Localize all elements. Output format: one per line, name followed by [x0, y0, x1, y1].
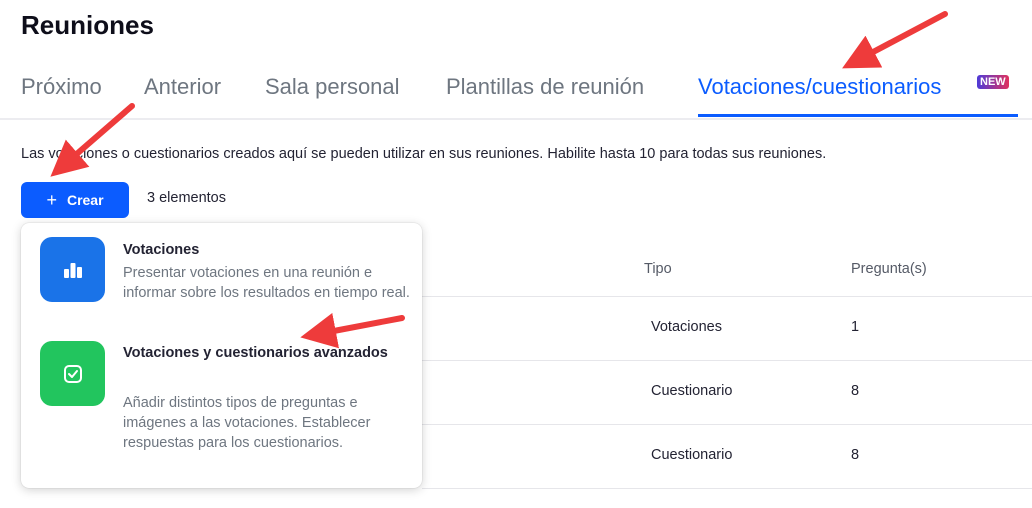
tab-polls-quizzes[interactable]: Votaciones/cuestionarios	[698, 74, 941, 100]
active-tab-indicator	[698, 114, 1018, 117]
tab-meeting-templates[interactable]: Plantillas de reunión	[446, 74, 644, 100]
menu-item-advanced-polls-quizzes[interactable]: Votaciones y cuestionarios avanzados Aña…	[21, 333, 422, 488]
cell-type: Cuestionario	[651, 447, 733, 463]
new-badge: NEW	[977, 75, 1009, 89]
annotation-arrow	[842, 11, 948, 69]
column-header-questions[interactable]: Pregunta(s)	[851, 261, 927, 277]
tab-bar: Próximo Anterior Sala personal Plantilla…	[0, 70, 1032, 120]
create-button-label: Crear	[66, 192, 104, 208]
tab-personal-room[interactable]: Sala personal	[265, 74, 400, 100]
menu-item-description: Presentar votaciones en una reunión e in…	[123, 265, 410, 301]
cell-questions: 1	[851, 319, 860, 335]
menu-item-description: Añadir distintos tipos de preguntas e im…	[123, 395, 371, 451]
cell-questions: 8	[851, 383, 860, 399]
page-title: Reuniones	[21, 10, 154, 40]
page-description: Las votaciones o cuestionarios creados a…	[21, 146, 827, 162]
tab-previous[interactable]: Anterior	[144, 74, 221, 100]
table-divider	[422, 488, 1032, 489]
item-count: 3 elementos	[147, 190, 226, 206]
menu-item-polls[interactable]: Votaciones Presentar votaciones en una r…	[21, 223, 422, 333]
create-dropdown-menu: Votaciones Presentar votaciones en una r…	[21, 223, 422, 488]
plus-icon: +	[46, 189, 57, 210]
cell-questions: 8	[851, 447, 860, 463]
menu-item-title: Votaciones	[123, 242, 200, 258]
column-header-type[interactable]: Tipo	[644, 261, 672, 277]
table-divider	[422, 360, 1032, 361]
cell-type: Cuestionario	[651, 383, 733, 399]
table-divider	[422, 424, 1032, 425]
create-button[interactable]: + Crear	[21, 182, 129, 218]
bar-chart-icon	[40, 237, 105, 302]
table-divider	[422, 296, 1032, 297]
cell-type: Votaciones	[651, 319, 722, 335]
menu-item-title: Votaciones y cuestionarios avanzados	[123, 345, 388, 361]
checkbox-icon	[40, 341, 105, 406]
tab-upcoming[interactable]: Próximo	[21, 74, 102, 100]
